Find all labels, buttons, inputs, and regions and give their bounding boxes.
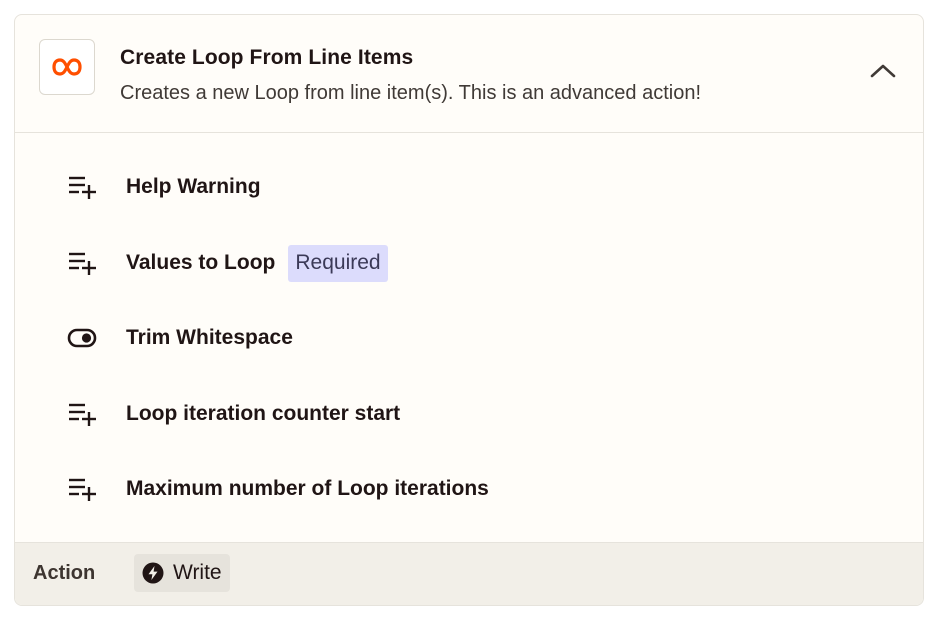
collapse-button[interactable] <box>865 53 901 89</box>
step-type-label: Action <box>33 562 96 584</box>
required-badge: Required <box>288 244 388 282</box>
step-title: Create Loop From Line Items <box>120 46 414 69</box>
field-maximum-loop-iterations[interactable]: Maximum number of Loop iterations <box>65 469 489 509</box>
step-footer: Action Write <box>15 542 923 605</box>
write-type-chip: Write <box>134 554 230 592</box>
list-add-icon <box>65 246 99 280</box>
field-label: Help Warning <box>126 175 261 198</box>
field-label: Maximum number of Loop iterations <box>126 477 489 500</box>
chevron-up-icon <box>870 64 896 78</box>
field-help-warning[interactable]: Help Warning <box>65 167 261 207</box>
field-label: Values to Loop <box>126 251 276 274</box>
field-trim-whitespace[interactable]: Trim Whitespace <box>65 318 293 358</box>
bolt-icon <box>142 562 164 584</box>
list-add-icon <box>65 170 99 204</box>
field-loop-iteration-counter-start[interactable]: Loop iteration counter start <box>65 394 400 434</box>
toggle-icon <box>65 321 99 355</box>
loop-app-icon <box>39 39 95 95</box>
field-values-to-loop[interactable]: Values to Loop Required <box>65 243 388 283</box>
step-description: Creates a new Loop from line item(s). Th… <box>120 82 702 104</box>
step-card: Create Loop From Line Items Creates a ne… <box>14 14 924 606</box>
step-header[interactable]: Create Loop From Line Items Creates a ne… <box>15 15 923 133</box>
field-label: Loop iteration counter start <box>126 402 401 425</box>
list-add-icon <box>65 397 99 431</box>
list-add-icon <box>65 472 99 506</box>
loop-infinity-icon <box>52 58 82 76</box>
field-label: Trim Whitespace <box>126 326 293 349</box>
write-type-text: Write <box>173 561 222 584</box>
